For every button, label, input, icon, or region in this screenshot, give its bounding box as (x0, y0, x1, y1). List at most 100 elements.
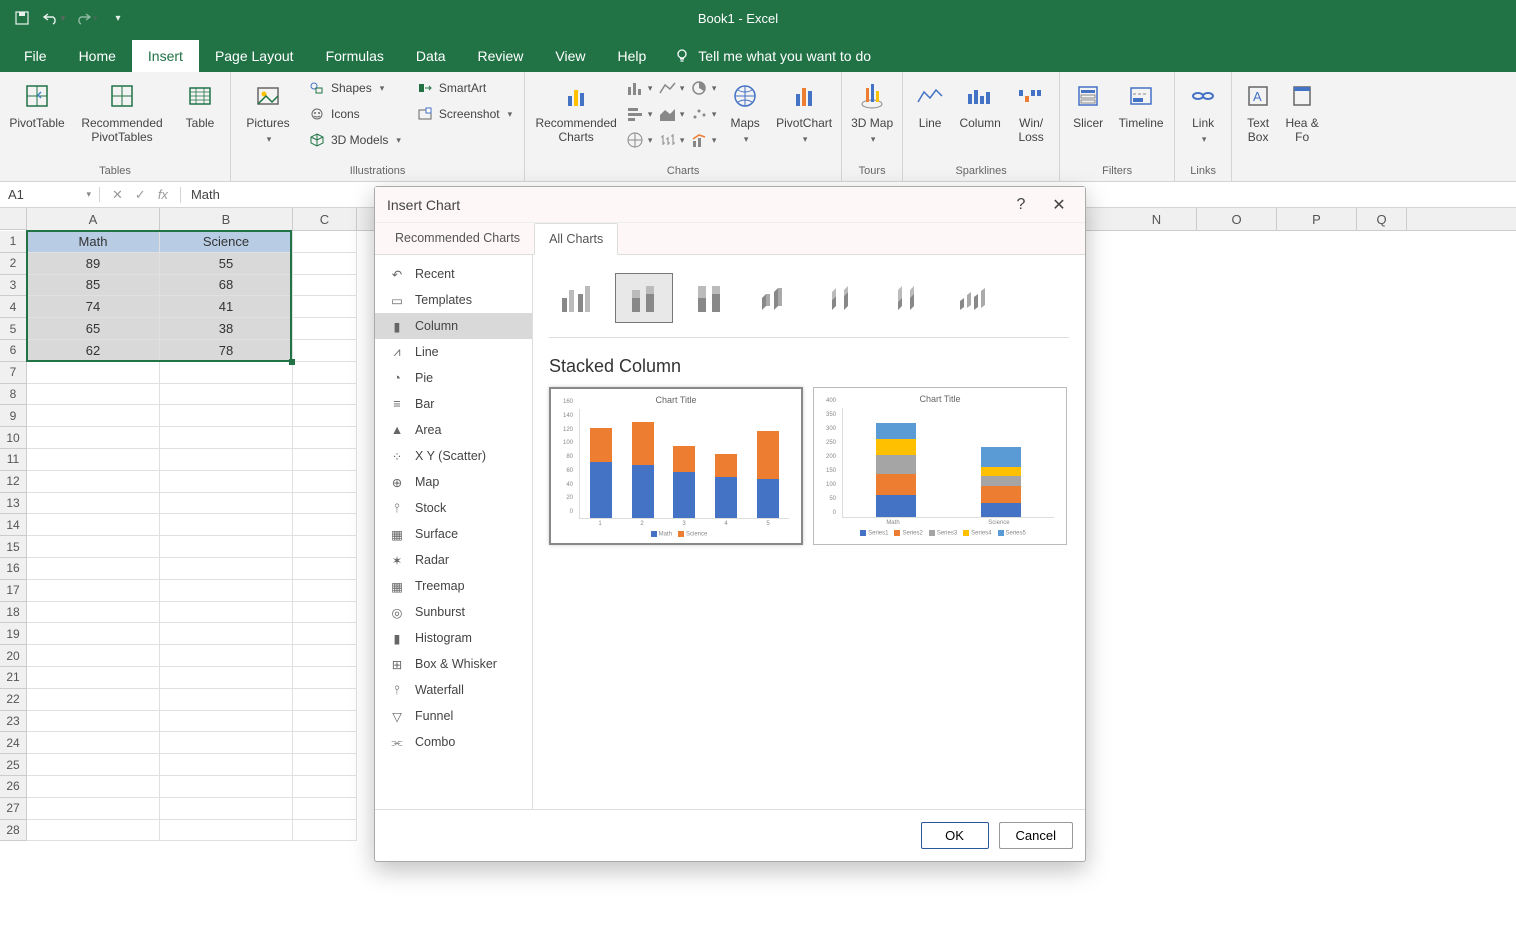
table-button[interactable]: Table (176, 76, 224, 134)
textbox-button[interactable]: AText Box (1238, 76, 1278, 148)
cell[interactable]: 41 (160, 296, 293, 318)
fx-icon[interactable]: fx (158, 187, 168, 202)
dialog-tab-all-charts[interactable]: All Charts (534, 223, 618, 255)
cell[interactable] (293, 493, 357, 515)
row-header[interactable]: 7 (0, 362, 26, 384)
cell[interactable] (293, 602, 357, 624)
col-header[interactable]: Q (1357, 208, 1407, 230)
smartart-button[interactable]: SmartArt (411, 76, 518, 100)
cell[interactable] (293, 754, 357, 776)
header-footer-button[interactable]: Hea & Fo (1282, 76, 1322, 148)
pie-chart-button[interactable]: ▾ (689, 76, 717, 100)
tab-file[interactable]: File (8, 40, 63, 72)
cell[interactable] (160, 405, 293, 427)
cell[interactable] (27, 645, 160, 667)
cell[interactable]: 55 (160, 253, 293, 275)
col-header[interactable]: C (293, 208, 357, 230)
cell[interactable] (27, 711, 160, 733)
chart-type-histogram[interactable]: ▮Histogram (375, 625, 532, 651)
tab-insert[interactable]: Insert (132, 40, 199, 72)
row-header[interactable]: 10 (0, 427, 26, 449)
line-chart-button[interactable]: ▾ (657, 76, 685, 100)
cell[interactable] (293, 449, 357, 471)
pivottable-button[interactable]: PivotTable (6, 76, 68, 134)
cell[interactable]: 89 (27, 253, 160, 275)
sparkline-winloss-button[interactable]: Win/ Loss (1009, 76, 1053, 148)
help-icon[interactable]: ? (1007, 191, 1035, 219)
cell[interactable] (27, 820, 160, 842)
cell[interactable] (27, 732, 160, 754)
cell[interactable]: 74 (27, 296, 160, 318)
col-header[interactable]: N (1117, 208, 1197, 230)
cell[interactable] (160, 471, 293, 493)
row-header[interactable]: 13 (0, 493, 26, 515)
col-header[interactable]: O (1197, 208, 1277, 230)
cell[interactable] (160, 580, 293, 602)
row-header[interactable]: 25 (0, 754, 26, 776)
screenshot-button[interactable]: Screenshot▾ (411, 102, 518, 126)
chart-preview-2[interactable]: Chart Title 400350300250200150100500 Mat… (813, 387, 1067, 545)
col-header[interactable]: A (27, 208, 160, 230)
row-header[interactable]: 21 (0, 667, 26, 689)
cell[interactable] (293, 340, 357, 362)
cell[interactable] (160, 689, 293, 711)
row-header[interactable]: 12 (0, 471, 26, 493)
scatter-chart-button[interactable]: ▾ (689, 102, 717, 126)
cell[interactable]: 62 (27, 340, 160, 362)
cell[interactable] (160, 776, 293, 798)
row-header[interactable]: 15 (0, 536, 26, 558)
col-header[interactable]: B (160, 208, 293, 230)
subtype-3d-stacked[interactable] (813, 273, 871, 323)
chart-type-x-y-scatter-[interactable]: ⁘X Y (Scatter) (375, 443, 532, 469)
tab-view[interactable]: View (539, 40, 601, 72)
chart-type-waterfall[interactable]: ⫯Waterfall (375, 677, 532, 703)
cell[interactable]: Math (27, 231, 160, 253)
cell[interactable] (27, 362, 160, 384)
cell[interactable] (160, 667, 293, 689)
cell[interactable] (27, 623, 160, 645)
row-header[interactable]: 16 (0, 558, 26, 580)
cell[interactable]: 85 (27, 275, 160, 297)
undo-icon[interactable]: ▾ (40, 4, 68, 32)
chart-type-recent[interactable]: ↶Recent (375, 261, 532, 287)
cell[interactable] (293, 820, 357, 842)
cell[interactable] (293, 580, 357, 602)
cell[interactable] (293, 645, 357, 667)
tab-home[interactable]: Home (63, 40, 132, 72)
cell[interactable] (293, 732, 357, 754)
chart-type-box-whisker[interactable]: ⊞Box & Whisker (375, 651, 532, 677)
chart-type-funnel[interactable]: ▽Funnel (375, 703, 532, 729)
subtype-3d-clustered[interactable] (747, 273, 805, 323)
row-header[interactable]: 17 (0, 580, 26, 602)
cell[interactable] (27, 449, 160, 471)
cell[interactable]: 68 (160, 275, 293, 297)
pictures-button[interactable]: Pictures▾ (237, 76, 299, 149)
chart-type-sunburst[interactable]: ◎Sunburst (375, 599, 532, 625)
cell[interactable] (160, 732, 293, 754)
chart-preview-1[interactable]: Chart Title 160140120100806040200 12345 … (549, 387, 803, 545)
chart-type-stock[interactable]: ⫯Stock (375, 495, 532, 521)
cell[interactable] (293, 798, 357, 820)
close-icon[interactable]: ✕ (1045, 191, 1073, 219)
maps-button[interactable]: Maps▾ (721, 76, 769, 149)
cell[interactable] (293, 253, 357, 275)
row-header[interactable]: 8 (0, 384, 26, 406)
tab-help[interactable]: Help (602, 40, 663, 72)
cell[interactable] (160, 362, 293, 384)
cell[interactable] (293, 514, 357, 536)
cell[interactable] (27, 580, 160, 602)
cell[interactable] (293, 296, 357, 318)
chart-type-line[interactable]: ⩘Line (375, 339, 532, 365)
cell[interactable] (160, 754, 293, 776)
cell[interactable] (293, 231, 357, 253)
row-header[interactable]: 26 (0, 776, 26, 798)
chart-type-surface[interactable]: ▦Surface (375, 521, 532, 547)
tab-data[interactable]: Data (400, 40, 462, 72)
enter-formula-icon[interactable]: ✓ (135, 187, 146, 203)
subtype-100-stacked-column[interactable] (681, 273, 739, 323)
tab-review[interactable]: Review (462, 40, 540, 72)
cell[interactable] (293, 667, 357, 689)
cell[interactable] (293, 427, 357, 449)
row-header[interactable]: 1 (0, 231, 26, 253)
cell[interactable] (27, 602, 160, 624)
